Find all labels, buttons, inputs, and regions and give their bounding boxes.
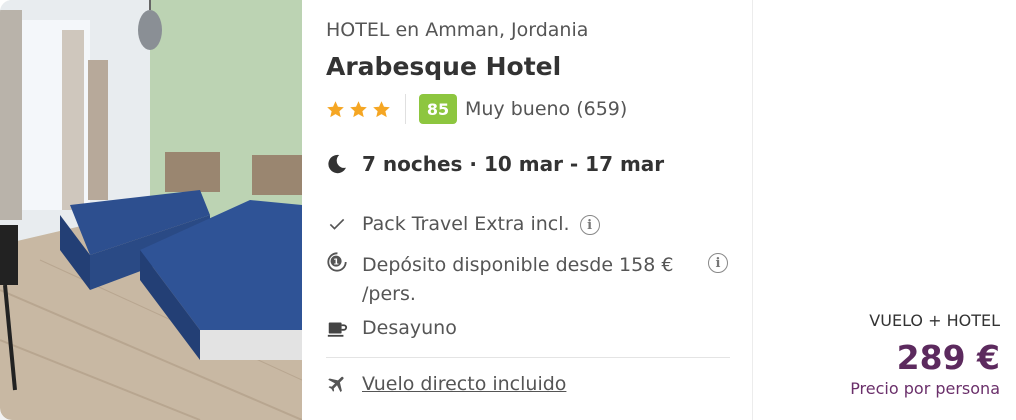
star-icon [327,100,344,117]
stay-dates: 7 noches · 10 mar - 17 mar [326,152,664,176]
info-icon[interactable]: i [708,253,728,273]
feature-breakfast-label: Desayuno [362,317,457,339]
score-badge: 85 [419,94,457,124]
feature-breakfast: Desayuno [326,317,457,339]
direct-flight-link[interactable]: Vuelo directo incluido [362,373,566,395]
feature-pack-label: Pack Travel Extra incl. [362,213,570,235]
feature-deposit: 1 Depósito disponible desde 158 € /pers.… [326,251,730,309]
rating-row: 85 Muy bueno (659) [326,94,627,124]
airplane-icon [328,376,344,393]
star-icon [350,100,367,117]
feature-pack: Pack Travel Extra incl. i [326,213,600,235]
hotel-name[interactable]: Arabesque Hotel [326,52,561,81]
hotel-info: HOTEL en Amman, Jordania Arabesque Hotel… [326,0,730,420]
price-panel[interactable]: VUELO + HOTEL 289 € Precio por persona [752,0,1016,420]
price-amount: 289 € [896,338,1000,377]
divider [326,357,730,358]
deposit-line2: /pers. [362,283,416,305]
hotel-card[interactable]: HOTEL en Amman, Jordania Arabesque Hotel… [0,0,752,420]
room-image [0,0,302,420]
deposit-icon: 1 [326,251,348,273]
coffee-cup-icon [326,317,348,339]
feature-deposit-label: Depósito disponible desde 158 € /pers. [362,251,692,309]
star-rating [326,100,391,119]
package-type: VUELO + HOTEL [869,311,1000,330]
info-icon[interactable]: i [579,215,600,235]
hotel-location: HOTEL en Amman, Jordania [326,19,589,41]
hotel-photo[interactable] [0,0,302,420]
deposit-line1: Depósito disponible desde 158 € [362,254,674,276]
flight-info: Vuelo directo incluido [326,373,566,395]
moon-icon [328,154,346,174]
svg-text:1: 1 [333,256,339,266]
price-per-person: Precio por persona [850,379,1000,398]
score-text[interactable]: Muy bueno (659) [465,98,627,120]
stay-dates-text: 7 noches · 10 mar - 17 mar [362,152,665,176]
star-icon [373,100,390,117]
check-icon [326,213,348,235]
divider [405,94,406,124]
